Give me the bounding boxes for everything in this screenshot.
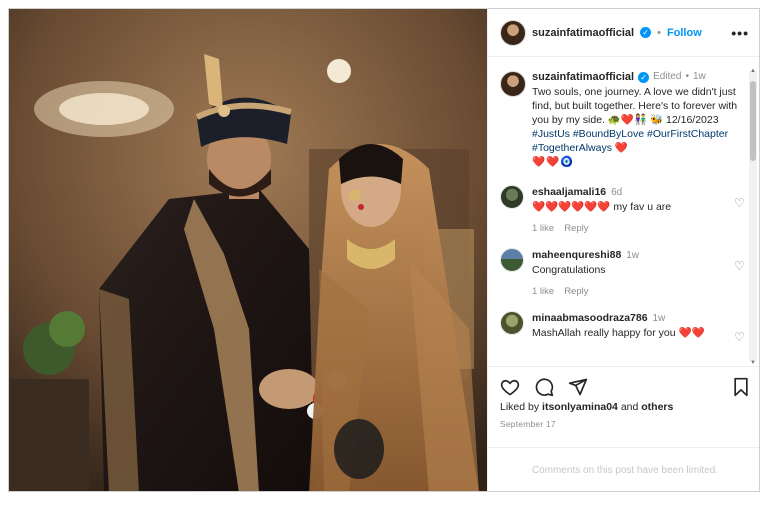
comment-reply-button[interactable]: Reply — [564, 285, 588, 299]
verified-badge-icon: ✓ — [640, 27, 652, 38]
comment-like-count[interactable]: 1 like — [532, 222, 554, 236]
comment-item: minaabmasoodraza786 1w MashAllah really … — [500, 311, 745, 343]
comment-reply-button[interactable]: Reply — [564, 222, 588, 236]
like-heart-icon[interactable] — [500, 377, 520, 397]
comment-body: maheenqureshi88 1w Congratulations 1 lik… — [532, 248, 740, 299]
caption: suzainfatimaofficial ✓ Edited • 1w Two s… — [500, 70, 740, 169]
caption-hashtags[interactable]: #JustUs #BoundByLove #OurFirstChapter #T… — [532, 128, 728, 154]
verified-badge-icon: ✓ — [638, 71, 650, 83]
liked-by-line: Liked by itsonlyamina04 and others — [500, 401, 673, 413]
comment-item: maheenqureshi88 1w Congratulations 1 lik… — [500, 248, 745, 299]
comment-time: 1w — [652, 313, 666, 324]
more-options-icon[interactable]: ••• — [731, 25, 749, 41]
comment-body: minaabmasoodraza786 1w MashAllah really … — [532, 311, 740, 340]
post-header: suzainfatimaofficial ✓ • Follow ••• — [488, 9, 759, 57]
heart-icon[interactable]: ♡ — [734, 197, 746, 209]
caption-username[interactable]: suzainfatimaofficial — [532, 70, 634, 84]
separator-dot: • — [685, 71, 689, 82]
commenter-avatar[interactable] — [500, 311, 524, 335]
separator-dot: • — [657, 26, 661, 39]
follow-button[interactable]: Follow — [667, 27, 702, 39]
liked-by-prefix: Liked by — [500, 401, 543, 413]
liked-by-and: and — [617, 401, 642, 413]
caption-avatar[interactable] — [500, 71, 526, 97]
share-send-icon[interactable] — [568, 377, 588, 397]
comment-time: 6d — [611, 187, 623, 198]
caption-body: suzainfatimaofficial ✓ Edited • 1w Two s… — [532, 70, 740, 169]
commenter-username[interactable]: minaabmasoodraza786 — [532, 312, 648, 324]
comment-text: MashAllah really happy for you ❤️❤️ — [532, 327, 705, 339]
caption-date: 🐝 12/16/2023 — [650, 114, 719, 126]
comment-text: Congratulations — [532, 264, 606, 276]
caption-trailing-emoji: ❤️❤️🧿 — [532, 156, 575, 168]
liked-by-user[interactable]: itsonlyamina04 — [542, 401, 618, 413]
commenter-username[interactable]: eshaaljamali16 — [532, 186, 606, 198]
heart-icon[interactable]: ♡ — [734, 260, 746, 272]
comment-actions: 1 like Reply — [532, 285, 724, 299]
scroll-up-arrow-icon[interactable]: ▲ — [749, 67, 757, 75]
commenter-avatar[interactable] — [500, 185, 524, 209]
comment-like-count[interactable]: 1 like — [532, 285, 554, 299]
liked-by-others[interactable]: others — [641, 401, 673, 413]
comment-time: 1w — [626, 250, 640, 261]
caption-hearts: ❤️ — [614, 142, 629, 154]
comment-text: ❤️❤️❤️❤️❤️❤️ my fav u are — [532, 201, 672, 213]
caption-edited-label: Edited — [653, 71, 682, 82]
comment-bubble-icon[interactable] — [534, 377, 554, 397]
bookmark-icon[interactable] — [732, 377, 750, 397]
caption-time[interactable]: 1w — [693, 70, 706, 84]
post-photo[interactable] — [9, 9, 487, 491]
comments-list[interactable]: suzainfatimaofficial ✓ Edited • 1w Two s… — [488, 58, 759, 364]
wedding-photo-illustration — [9, 9, 487, 491]
post-date[interactable]: September 17 — [500, 419, 556, 429]
comment-actions: 1 like Reply — [532, 222, 724, 236]
scrollbar-thumb[interactable] — [750, 81, 756, 161]
author-avatar[interactable] — [500, 19, 526, 46]
author-username[interactable]: suzainfatimaofficial — [532, 27, 634, 39]
comments-limited-notice: Comments on this post have been limited. — [488, 447, 759, 491]
comment-item: eshaaljamali16 6d ❤️❤️❤️❤️❤️❤️ my fav u … — [500, 185, 745, 236]
heart-icon[interactable]: ♡ — [734, 331, 746, 343]
commenter-avatar[interactable] — [500, 248, 524, 272]
post-side-panel: suzainfatimaofficial ✓ • Follow ••• suza… — [487, 9, 759, 491]
instagram-post-window: suzainfatimaofficial ✓ • Follow ••• suza… — [8, 8, 760, 492]
caption-header: suzainfatimaofficial ✓ Edited • 1w — [532, 70, 740, 84]
post-actions-bar — [488, 366, 759, 406]
commenter-username[interactable]: maheenqureshi88 — [532, 249, 621, 261]
comment-body: eshaaljamali16 6d ❤️❤️❤️❤️❤️❤️ my fav u … — [532, 185, 740, 236]
